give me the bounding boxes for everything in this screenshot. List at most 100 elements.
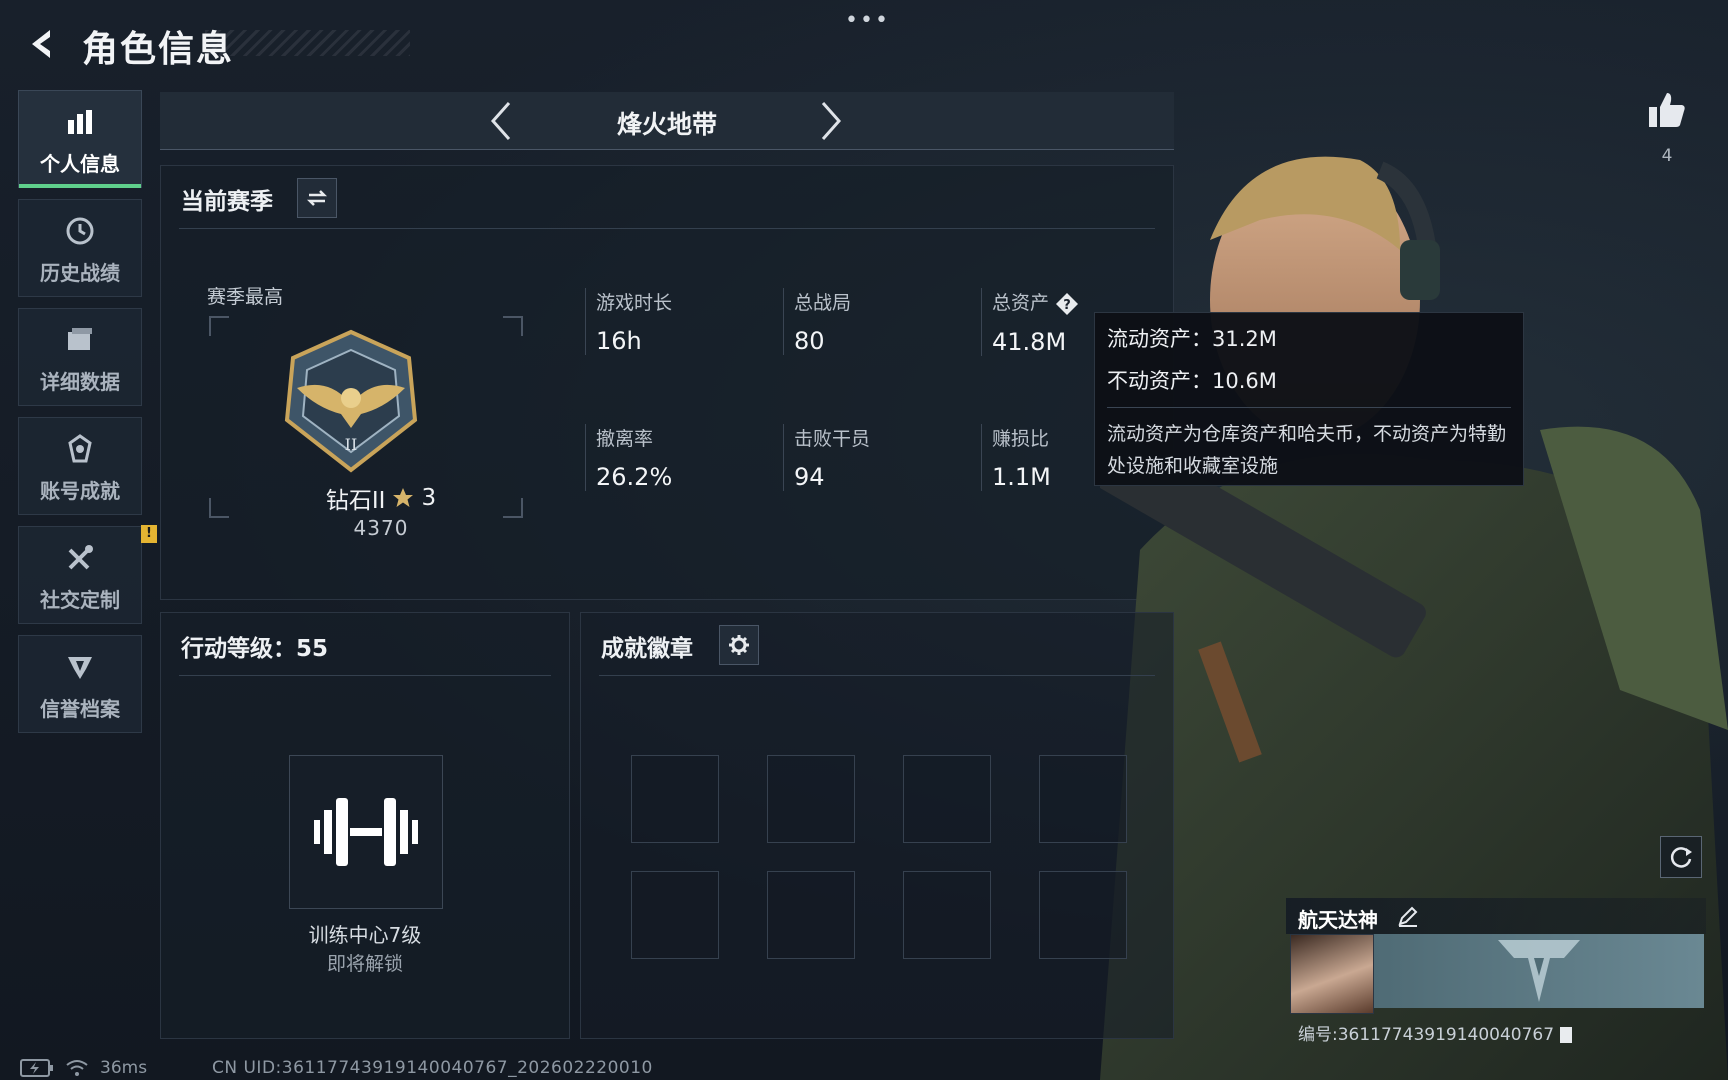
sidebar-item-label: 个人信息 (40, 151, 120, 176)
sidebar-item-achievements[interactable]: 账号成就 (18, 417, 142, 515)
sidebar-item-personal-info[interactable]: 个人信息 (18, 90, 142, 188)
mode-selector: 烽火地带 (160, 92, 1174, 150)
stat-label: 游戏时长 (596, 292, 673, 314)
chevron-right-icon (821, 102, 842, 140)
liquid-assets: 流动资产：31.2M (1107, 327, 1277, 351)
badge-slot[interactable] (631, 755, 719, 843)
badges-title: 成就徽章 (601, 636, 693, 662)
stat-value: 94 (794, 463, 825, 491)
season-best-label: 赛季最高 (207, 286, 284, 308)
help-icon[interactable]: ? (1055, 292, 1079, 316)
uid-text: CN UID:36117743919140040767_202602220010 (212, 1058, 653, 1078)
status-bar: 36ms (20, 1058, 147, 1078)
swap-icon (306, 190, 328, 206)
stat-label: 撤离率 (596, 428, 654, 450)
stat-value: 41.8M (992, 327, 1067, 356)
pencil-icon (1398, 906, 1418, 927)
training-center-status: 即将解锁 (326, 953, 403, 975)
sidebar-item-reputation[interactable]: 信誉档案 (18, 635, 142, 733)
stat-extract-rate: 撤离率 26.2% (585, 424, 672, 491)
like-count: 4 (1661, 146, 1673, 166)
sidebar: 个人信息 历史战绩 详细数据 账号成就 社交定制 ! 信誉档案 (18, 90, 157, 744)
dumbbell-icon (314, 798, 418, 866)
stat-label: 总战局 (794, 292, 852, 314)
training-center-name: 训练中心7级 (308, 923, 422, 947)
badge-slot[interactable] (903, 755, 991, 843)
rank-name-row: 钻石II 3 (301, 481, 461, 515)
badge-slot[interactable] (631, 871, 719, 959)
rank-score: 4370 (353, 516, 409, 540)
sidebar-item-label: 历史战绩 (40, 260, 120, 285)
player-name-bar: 航天达神 (1286, 898, 1706, 934)
gear-icon (729, 635, 749, 655)
stat-profit-ratio: 赚损比 1.1M (981, 424, 1051, 491)
asset-tooltip: 流动资产：31.2M 不动资产：10.6M 流动资产为仓库资产和哈夫币，不动资产… (1094, 312, 1524, 486)
badge-slot[interactable] (767, 755, 855, 843)
emblem-logo-icon (1498, 940, 1580, 1002)
notification-badge: ! (141, 525, 157, 543)
like-button[interactable] (1644, 86, 1690, 132)
achievement-badges-panel: 成就徽章 (580, 612, 1174, 1039)
stat-label: 赚损比 (992, 428, 1050, 450)
folder-icon (64, 320, 96, 360)
refresh-icon (1670, 847, 1692, 868)
thumbs-up-icon (1649, 93, 1685, 127)
fixed-assets: 不动资产：10.6M (1107, 369, 1277, 393)
avatar[interactable] (1290, 934, 1374, 1014)
sidebar-item-history[interactable]: 历史战绩 (18, 199, 142, 297)
battery-icon (20, 1059, 53, 1077)
sidebar-item-label: 账号成就 (40, 478, 120, 503)
stat-value: 16h (596, 327, 642, 355)
mode-next-button[interactable] (808, 98, 854, 144)
mode-name: 烽火地带 (616, 110, 717, 139)
stat-label: 总资产? (992, 288, 1079, 316)
badge-settings-button[interactable] (719, 625, 759, 665)
action-level-title: 行动等级：55 (181, 636, 329, 662)
badge-slot[interactable] (767, 871, 855, 959)
ping-value: 36ms (100, 1058, 148, 1078)
stat-value: 80 (794, 327, 825, 355)
svg-text:II: II (345, 435, 358, 454)
wifi-icon (66, 1060, 88, 1076)
stat-label: 击败干员 (794, 428, 871, 450)
stat-total-assets: 总资产? 41.8M (981, 288, 1079, 356)
badge-slot[interactable] (1039, 755, 1127, 843)
season-title: 当前赛季 (181, 189, 273, 215)
sidebar-item-label: 社交定制 (40, 587, 120, 612)
divider (1107, 407, 1511, 408)
stat-value: 26.2% (596, 463, 673, 491)
stat-play-time: 游戏时长 16h (585, 288, 672, 355)
medal-icon (64, 429, 96, 469)
badge-slot[interactable] (903, 871, 991, 959)
clock-icon (64, 211, 96, 251)
edit-name-button[interactable] (1396, 904, 1420, 928)
badge-slot[interactable] (1039, 871, 1127, 959)
title-decoration (205, 30, 410, 56)
divider (179, 228, 1155, 229)
divider (599, 675, 1155, 676)
stat-total-matches: 总战局 80 (783, 288, 851, 355)
action-level-panel: 行动等级：55 训练中心7级 即将解锁 (160, 612, 570, 1039)
season-panel: 当前赛季 赛季最高 II 钻石II 3 4370 游戏时长 16h 总战局 80… (160, 165, 1174, 600)
sidebar-item-details[interactable]: 详细数据 (18, 308, 142, 406)
page-title: 角色信息 (82, 29, 235, 70)
rank-stars: 3 (421, 485, 437, 511)
sidebar-item-label: 详细数据 (40, 369, 120, 394)
training-center-card[interactable] (289, 755, 443, 909)
tools-icon (64, 538, 96, 578)
player-name: 航天达神 (1298, 908, 1378, 932)
star-icon (393, 488, 414, 507)
svg-text:?: ? (1063, 298, 1071, 313)
divider (179, 675, 551, 676)
stat-value: 1.1M (992, 463, 1051, 491)
shield-icon (64, 647, 96, 687)
copy-icon[interactable] (1560, 1027, 1573, 1043)
back-arrow-icon (32, 30, 50, 58)
season-switch-button[interactable] (297, 178, 337, 218)
back-button[interactable] (20, 22, 64, 66)
rotate-model-button[interactable] (1660, 836, 1702, 878)
rank-name: 钻石II (325, 488, 386, 514)
name-card-banner (1374, 934, 1704, 1008)
more-menu-button[interactable]: ••• (845, 8, 890, 33)
sidebar-item-social-custom[interactable]: 社交定制 ! (18, 525, 157, 624)
